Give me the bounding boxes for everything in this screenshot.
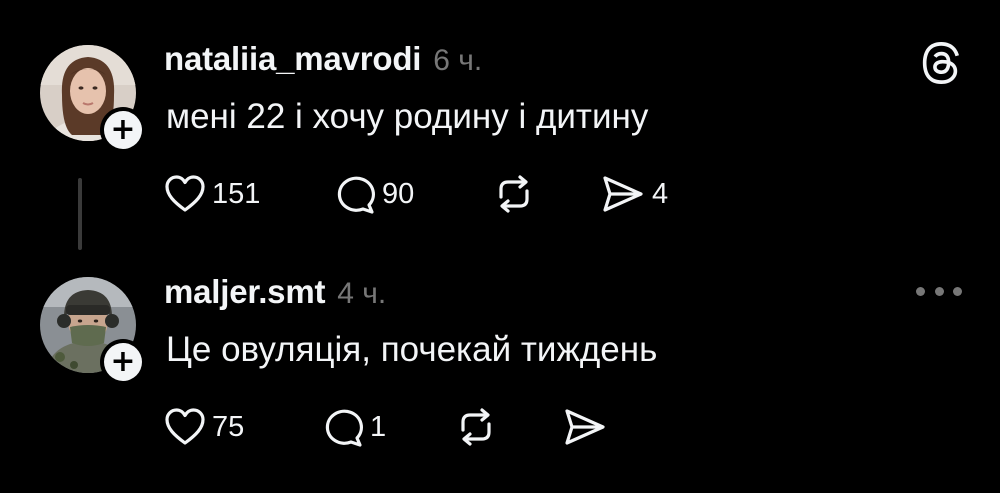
post-text: мені 22 і хочу родину і дитину — [166, 97, 649, 136]
reply-count: 1 — [370, 410, 387, 443]
more-dot — [916, 286, 925, 296]
reply-button[interactable]: 90 — [334, 172, 414, 216]
thread-post: + nataliia_mavrodi 6 ч. мені 22 і хочу р… — [0, 0, 1000, 255]
repost-icon — [461, 408, 491, 446]
comment-icon — [337, 176, 375, 214]
heart-icon — [165, 408, 205, 445]
thread-connector-line — [78, 178, 82, 250]
send-icon — [603, 176, 643, 212]
share-button[interactable]: 4 — [600, 172, 668, 216]
threads-logo-icon[interactable] — [920, 42, 962, 84]
author-avatar-container[interactable]: + — [40, 45, 146, 153]
follow-button[interactable]: + — [100, 107, 146, 153]
reply-button[interactable]: 1 — [322, 405, 386, 449]
share-count: 4 — [652, 177, 669, 210]
post-text: Це овуляція, почекай тиждень — [166, 330, 658, 369]
timestamp: 6 ч. — [433, 44, 483, 77]
repost-button[interactable] — [492, 172, 542, 216]
comment-icon — [325, 409, 363, 447]
repost-button[interactable] — [454, 405, 504, 449]
like-button[interactable]: 75 — [164, 405, 244, 449]
send-icon — [565, 409, 605, 445]
author-avatar-container[interactable]: + — [40, 277, 146, 385]
more-options-icon[interactable] — [916, 281, 962, 301]
post-header: nataliia_mavrodi 6 ч. — [164, 40, 482, 78]
username[interactable]: maljer.smt — [164, 273, 325, 311]
more-dot — [953, 286, 962, 296]
plus-icon: + — [104, 343, 142, 381]
follow-button[interactable]: + — [100, 339, 146, 385]
timestamp: 4 ч. — [337, 277, 387, 310]
post-header: maljer.smt 4 ч. — [164, 273, 386, 311]
like-count: 75 — [212, 410, 245, 443]
reply-count: 90 — [382, 177, 415, 210]
heart-icon — [165, 175, 205, 212]
share-button[interactable] — [562, 405, 614, 449]
like-count: 151 — [212, 177, 261, 210]
more-dot — [934, 286, 944, 296]
plus-icon: + — [104, 111, 142, 149]
thread-reply: + maljer.smt 4 ч. Це овуляція, почекай т… — [0, 255, 1000, 493]
repost-icon — [499, 175, 529, 213]
like-button[interactable]: 151 — [164, 172, 260, 216]
username[interactable]: nataliia_mavrodi — [164, 40, 421, 78]
